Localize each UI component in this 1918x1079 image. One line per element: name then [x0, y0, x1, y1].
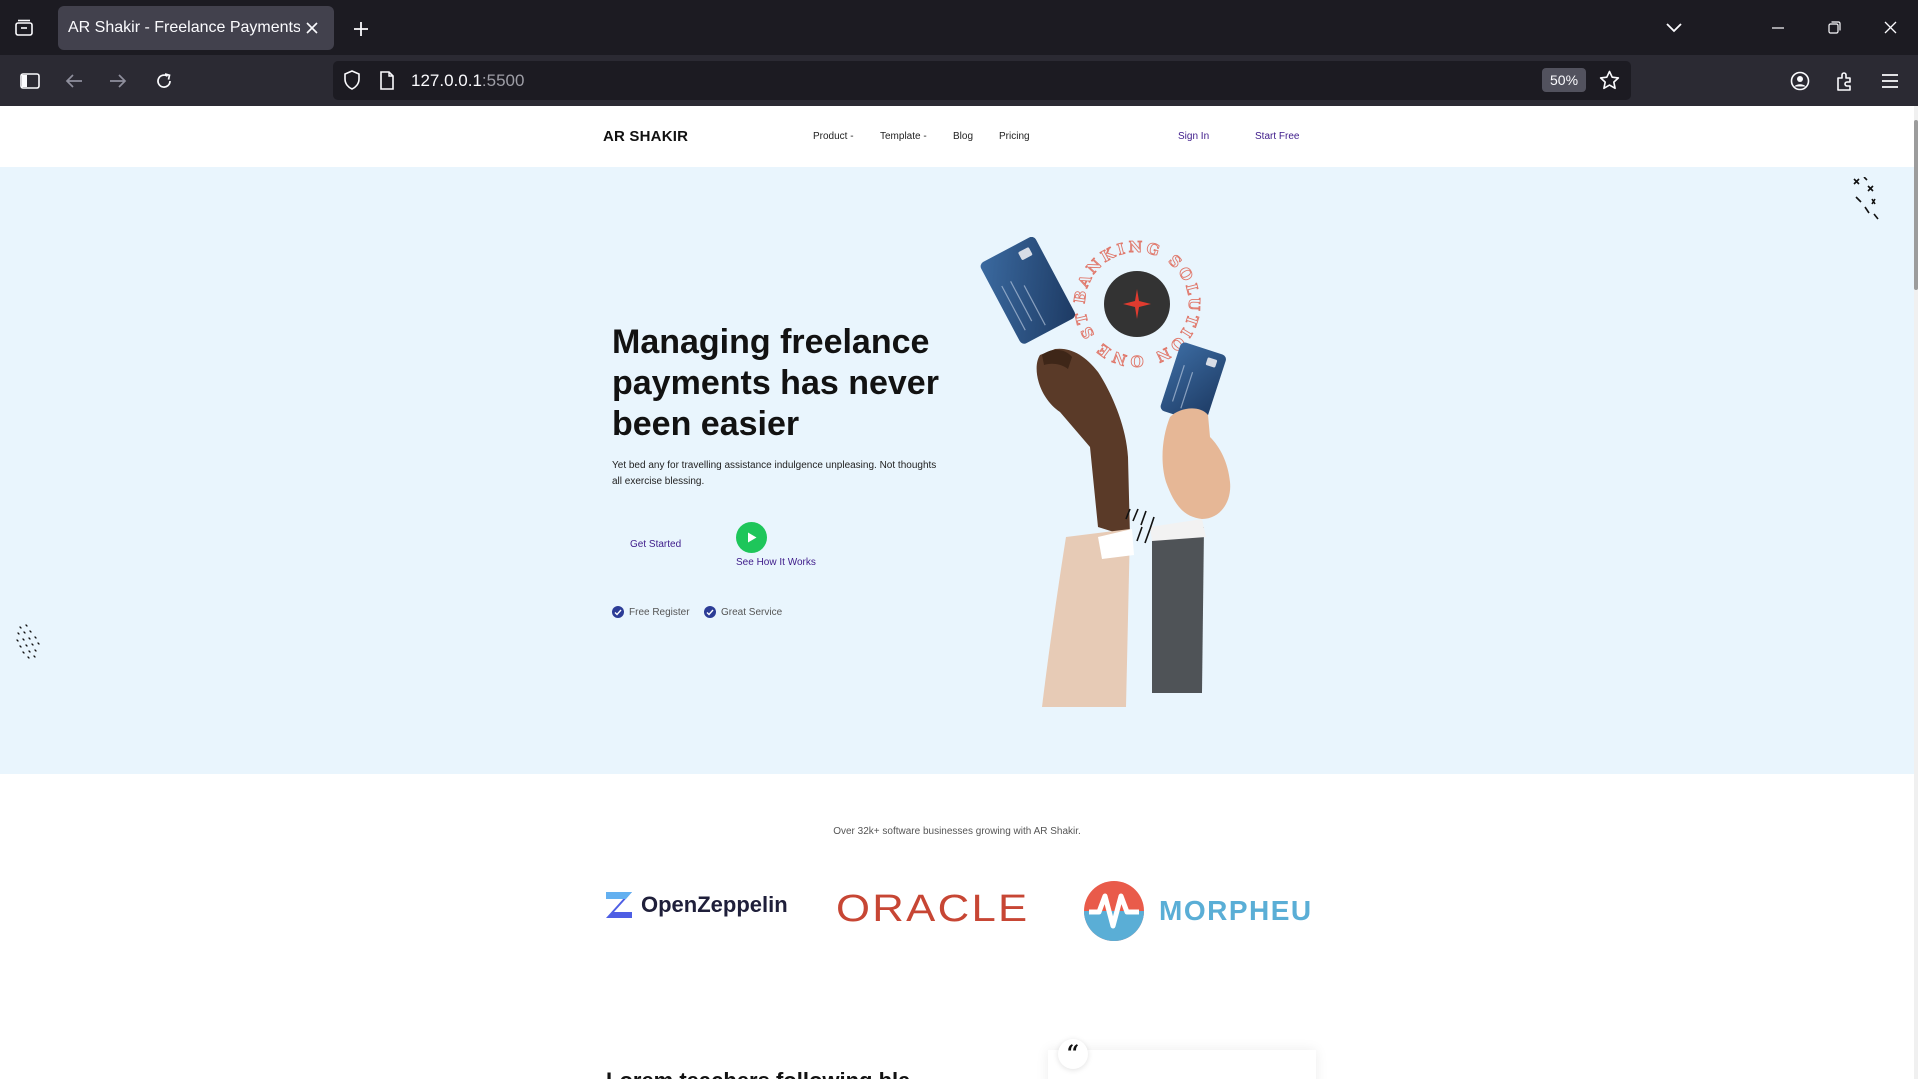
- section-heading-partial: Lorem teachers following bla: [606, 1068, 910, 1079]
- account-icon[interactable]: [1784, 65, 1816, 97]
- extensions-icon[interactable]: [1829, 65, 1861, 97]
- brand-openzeppelin[interactable]: OpenZeppelin: [605, 890, 788, 920]
- plus-icon[interactable]: [346, 14, 376, 44]
- browser-navbar: 127.0.0.1:5500 50%: [0, 55, 1918, 106]
- url-bar[interactable]: 127.0.0.1:5500 50%: [333, 61, 1631, 100]
- hero-illustration: BANKING SOLUTION ONE STOP: [980, 237, 1231, 707]
- page-viewport: AR SHAKIR Product - Template - Blog Pric…: [0, 106, 1918, 1079]
- hero-subtitle: Yet bed any for travelling assistance in…: [612, 460, 937, 487]
- url-host: 127.0.0.1: [411, 71, 482, 90]
- sign-in-link[interactable]: Sign In: [1178, 131, 1209, 142]
- nav-blog[interactable]: Blog: [953, 131, 973, 142]
- dropdown-caret: -: [923, 131, 927, 142]
- reload-icon[interactable]: [148, 65, 180, 97]
- scrollbar-thumb[interactable]: [1914, 120, 1918, 290]
- zoom-level-badge[interactable]: 50%: [1542, 68, 1587, 92]
- openzeppelin-wordmark: OpenZeppelin: [641, 892, 788, 917]
- browser-tabbar: AR Shakir - Freelance Payments: [0, 0, 1918, 55]
- oracle-wordmark: ORACLE: [836, 888, 1030, 930]
- nav-product-label: Product: [813, 131, 848, 142]
- brand-morpheu[interactable]: MORPHEU: [1083, 880, 1313, 942]
- get-started-button[interactable]: Get Started: [630, 539, 681, 550]
- site-header: AR SHAKIR Product - Template - Blog Pric…: [0, 106, 1914, 167]
- close-window-icon[interactable]: [1862, 0, 1918, 55]
- minimize-icon[interactable]: [1750, 0, 1806, 55]
- sidebar-icon[interactable]: [14, 65, 46, 97]
- star-icon[interactable]: [1599, 70, 1620, 95]
- perk-label: Great Service: [721, 606, 783, 618]
- openzeppelin-logo-icon: [606, 892, 632, 918]
- credit-card-left: [980, 237, 1076, 344]
- page-scrollbar[interactable]: [1914, 106, 1918, 1079]
- play-video-button[interactable]: [736, 522, 767, 553]
- play-icon: [747, 532, 756, 543]
- nav-pricing[interactable]: Pricing: [999, 131, 1030, 142]
- decorative-dots-icon: [16, 624, 40, 659]
- url-text[interactable]: 127.0.0.1:5500: [411, 71, 524, 91]
- decorative-sparkle-icon: [1853, 177, 1879, 220]
- back-arrow-icon[interactable]: [58, 65, 90, 97]
- perk-label: Free Register: [629, 606, 690, 618]
- morpheu-wordmark: MORPHEU: [1159, 895, 1313, 926]
- forward-arrow-icon[interactable]: [102, 65, 134, 97]
- see-how-it-works-link[interactable]: See How It Works: [736, 557, 816, 568]
- brand-oracle[interactable]: ORACLE: [836, 888, 1027, 931]
- nav-product[interactable]: Product -: [813, 131, 854, 142]
- perk-great-service: Great Service: [704, 606, 782, 618]
- partners-caption: Over 32k+ software businesses growing wi…: [833, 826, 1081, 837]
- page-icon: [379, 71, 395, 95]
- testimonial-card: [1048, 1050, 1316, 1079]
- hero-section: Managing freelance payments has never be…: [0, 167, 1914, 774]
- dropdown-caret: -: [850, 131, 854, 142]
- left-hand: [1036, 348, 1130, 537]
- url-port: :5500: [481, 71, 525, 90]
- tab-title: AR Shakir - Freelance Payments: [68, 19, 300, 36]
- restore-icon[interactable]: [1806, 0, 1862, 55]
- nav-template-label: Template: [880, 131, 921, 142]
- shield-icon[interactable]: [343, 70, 361, 95]
- perk-free-register: Free Register: [612, 606, 690, 618]
- partner-logos: OpenZeppelin ORACLE MORPHEU: [605, 872, 1325, 942]
- nav-template[interactable]: Template -: [880, 131, 927, 142]
- right-hand: [1162, 408, 1231, 519]
- menu-icon[interactable]: [1874, 65, 1906, 97]
- start-free-link[interactable]: Start Free: [1255, 131, 1299, 142]
- hero-title: Managing freelance payments has never be…: [612, 323, 939, 443]
- close-icon[interactable]: [300, 16, 324, 40]
- chevron-down-icon[interactable]: [1658, 14, 1690, 42]
- right-sleeve-gray: [1152, 527, 1204, 693]
- morpheu-logo-icon: [1084, 881, 1144, 941]
- tab-list-icon[interactable]: [10, 15, 38, 41]
- browser-tab-active[interactable]: AR Shakir - Freelance Payments: [58, 6, 334, 50]
- check-icon: [612, 606, 624, 618]
- site-logo[interactable]: AR SHAKIR: [603, 128, 688, 145]
- check-icon: [704, 606, 716, 618]
- quote-mark-icon: “: [1058, 1039, 1088, 1069]
